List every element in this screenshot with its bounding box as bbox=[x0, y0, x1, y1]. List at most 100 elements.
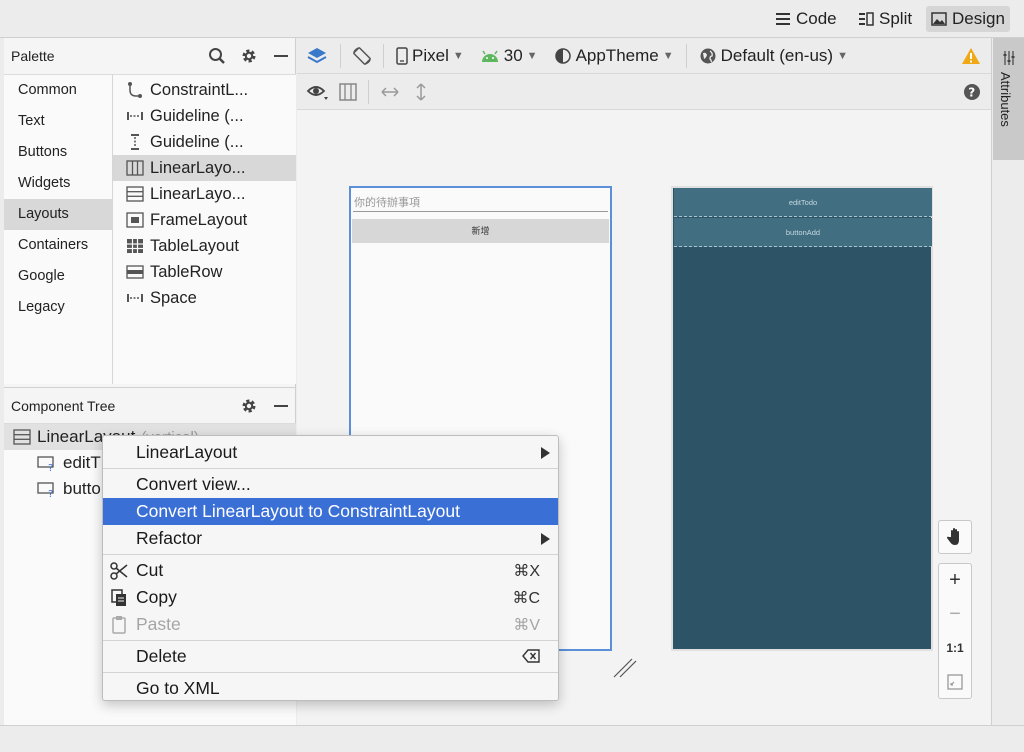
expand-horizontal-icon[interactable] bbox=[379, 82, 401, 102]
copy-icon bbox=[111, 589, 126, 606]
margins-icon[interactable] bbox=[338, 82, 358, 102]
theme-label: AppTheme bbox=[575, 45, 659, 65]
menu-shortcut: ⌘V bbox=[513, 616, 540, 634]
zoom-actual-button[interactable]: 1:1 bbox=[938, 631, 972, 665]
palette-item-label: TableRow bbox=[150, 262, 223, 281]
palette-item-label: Guideline (... bbox=[150, 106, 244, 125]
menu-shortcut: ⌘C bbox=[512, 589, 540, 607]
blueprint-preview[interactable]: editTodo buttonAdd bbox=[671, 186, 933, 651]
layers-icon[interactable] bbox=[306, 45, 328, 67]
menu-item-delete[interactable]: Delete bbox=[103, 643, 558, 670]
menu-item-go-to-xml[interactable]: Go to XML bbox=[103, 675, 558, 702]
category-layouts[interactable]: Layouts bbox=[4, 199, 112, 230]
palette-item-linearlayout-horizontal[interactable]: LinearLayo... bbox=[113, 155, 296, 181]
palette-categories: Common Text Buttons Widgets Layouts Cont… bbox=[4, 74, 113, 384]
attributes-tab[interactable]: Attributes bbox=[993, 38, 1024, 160]
category-text[interactable]: Text bbox=[4, 106, 112, 137]
palette-item-framelayout[interactable]: FrameLayout bbox=[113, 207, 296, 233]
menu-separator bbox=[103, 468, 558, 469]
design-mode-label: Design bbox=[952, 9, 1005, 28]
vertical-linear-icon bbox=[13, 429, 31, 445]
zoom-out-button[interactable]: − bbox=[938, 597, 972, 631]
device-selector[interactable]: Pixel ▼ bbox=[396, 46, 464, 66]
palette-item-tablelayout[interactable]: TableLayout bbox=[113, 233, 296, 259]
code-mode-button[interactable]: Code bbox=[770, 6, 842, 32]
zoom-fit-button[interactable] bbox=[938, 665, 972, 699]
palette-item-label: Guideline (... bbox=[150, 132, 244, 151]
menu-item-label: LinearLayout bbox=[136, 442, 238, 462]
pan-button[interactable] bbox=[938, 520, 972, 554]
design-mode-button[interactable]: Design bbox=[926, 6, 1010, 32]
palette-items: ConstraintL... Guideline (... Guideline … bbox=[113, 74, 296, 384]
menu-item-label: Delete bbox=[136, 646, 187, 666]
phone-icon bbox=[396, 46, 408, 65]
chevron-down-icon: ▼ bbox=[662, 49, 674, 62]
gear-icon[interactable] bbox=[240, 47, 258, 65]
expand-vertical-icon[interactable] bbox=[413, 81, 429, 103]
search-icon[interactable] bbox=[208, 47, 226, 65]
menu-item-convert-to-constraintlayout[interactable]: Convert LinearLayout to ConstraintLayout bbox=[103, 498, 558, 525]
view-mode-bar: Code Split Design bbox=[0, 0, 1024, 38]
preview-edittext[interactable]: 你的待辦事項 bbox=[353, 194, 608, 212]
table-row-icon bbox=[126, 265, 144, 279]
horizontal-guideline-icon bbox=[127, 112, 143, 120]
split-icon bbox=[859, 12, 874, 26]
palette-item-constraintlayout[interactable]: ConstraintL... bbox=[113, 77, 296, 103]
help-icon[interactable]: ? bbox=[963, 83, 981, 101]
component-tree-header: Component Tree bbox=[4, 387, 296, 423]
delete-key-icon bbox=[522, 649, 540, 663]
palette-item-linearlayout-vertical[interactable]: LinearLayo... bbox=[113, 181, 296, 207]
category-legacy[interactable]: Legacy bbox=[4, 292, 112, 323]
category-google[interactable]: Google bbox=[4, 261, 112, 292]
menu-separator bbox=[103, 672, 558, 673]
menu-item-linearlayout[interactable]: LinearLayout bbox=[103, 439, 558, 466]
palette-item-label: TableLayout bbox=[150, 236, 239, 255]
locale-selector[interactable]: Default (en-us) ▼ bbox=[699, 46, 848, 66]
category-buttons[interactable]: Buttons bbox=[4, 137, 112, 168]
table-layout-icon bbox=[127, 239, 143, 253]
palette-item-tablerow[interactable]: TableRow bbox=[113, 259, 296, 285]
split-mode-label: Split bbox=[879, 9, 913, 28]
category-widgets[interactable]: Widgets bbox=[4, 168, 112, 199]
status-bar bbox=[0, 725, 1024, 752]
component-tree-title: Component Tree bbox=[11, 397, 116, 414]
menu-item-refactor[interactable]: Refactor bbox=[103, 525, 558, 552]
zoom-actual-label: 1:1 bbox=[946, 641, 964, 655]
image-icon bbox=[931, 12, 947, 26]
palette-header: Palette bbox=[4, 38, 296, 74]
menu-item-label: Convert LinearLayout to ConstraintLayout bbox=[136, 501, 460, 521]
blueprint-edittodo[interactable]: editTodo bbox=[674, 188, 932, 217]
preview-button[interactable]: 新增 bbox=[352, 219, 609, 243]
palette-item-label: LinearLayo... bbox=[150, 158, 246, 177]
palette-item-guideline-horizontal[interactable]: Guideline (... bbox=[113, 103, 296, 129]
api-level-selector[interactable]: 30 ▼ bbox=[480, 46, 538, 66]
context-menu: LinearLayout Convert view... Convert Lin… bbox=[102, 435, 559, 701]
eye-icon[interactable] bbox=[306, 82, 330, 102]
rotate-orientation-icon[interactable] bbox=[351, 45, 373, 67]
palette-item-space[interactable]: Space bbox=[113, 285, 296, 311]
palette-item-guideline-vertical[interactable]: Guideline (... bbox=[113, 129, 296, 155]
split-mode-button[interactable]: Split bbox=[853, 6, 917, 32]
menu-item-label: Refactor bbox=[136, 528, 203, 548]
menu-item-paste[interactable]: Paste ⌘V bbox=[103, 611, 558, 638]
warning-icon[interactable] bbox=[961, 47, 981, 65]
menu-item-copy[interactable]: Copy ⌘C bbox=[103, 584, 558, 611]
edittext-icon: ? bbox=[37, 456, 54, 472]
minimize-icon[interactable] bbox=[272, 47, 290, 65]
blueprint-buttonadd[interactable]: buttonAdd bbox=[674, 218, 932, 247]
theme-selector[interactable]: AppTheme ▼ bbox=[554, 46, 674, 66]
minimize-icon[interactable] bbox=[272, 397, 290, 415]
menu-item-cut[interactable]: Cut ⌘X bbox=[103, 557, 558, 584]
menu-separator bbox=[103, 554, 558, 555]
locale-label: Default (en-us) bbox=[720, 45, 834, 65]
globe-icon bbox=[700, 48, 716, 63]
menu-item-convert-view[interactable]: Convert view... bbox=[103, 471, 558, 498]
submenu-arrow-icon bbox=[541, 533, 550, 545]
category-common[interactable]: Common bbox=[4, 75, 112, 106]
gear-icon[interactable] bbox=[240, 397, 258, 415]
category-containers[interactable]: Containers bbox=[4, 230, 112, 261]
menu-item-label: Paste bbox=[136, 614, 181, 634]
zoom-in-button[interactable]: + bbox=[938, 563, 972, 597]
horizontal-linear-icon bbox=[126, 160, 144, 176]
resize-handle-icon[interactable] bbox=[612, 653, 638, 679]
